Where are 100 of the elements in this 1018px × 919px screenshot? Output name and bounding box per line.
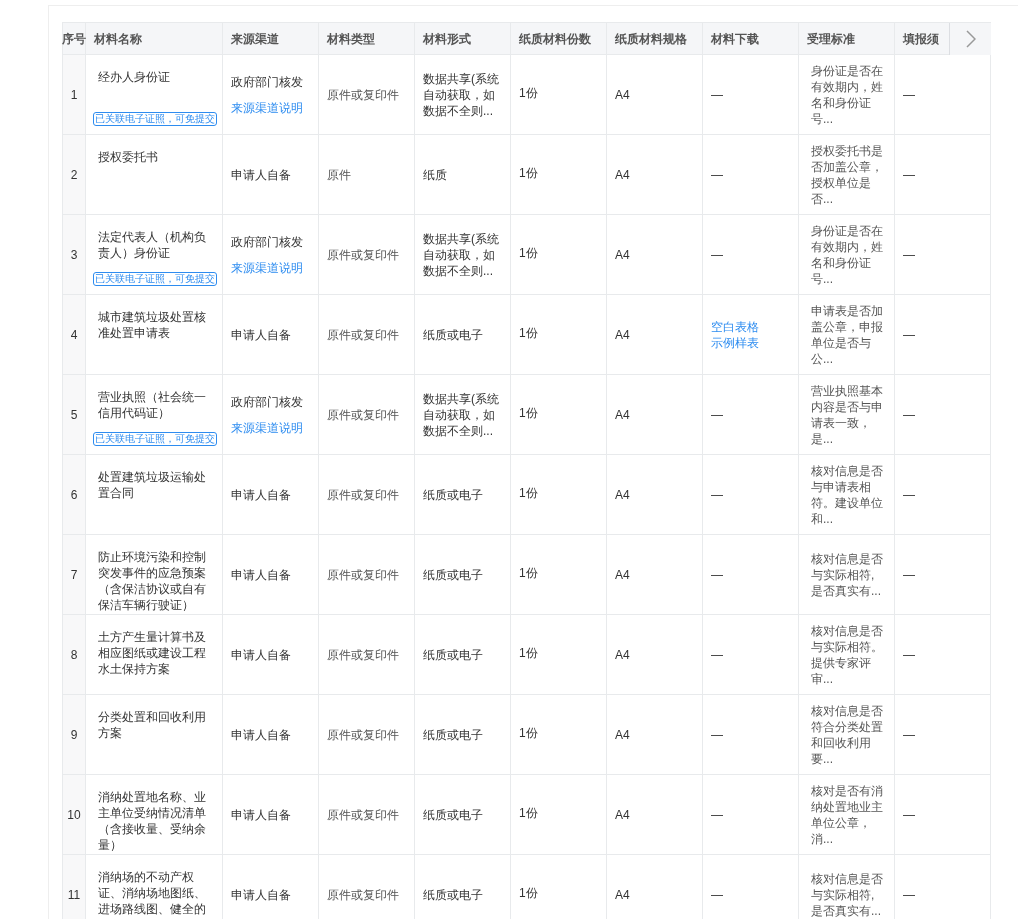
material-name: 经办人身份证	[97, 69, 171, 85]
row-number: 2	[70, 166, 78, 184]
source-channel: 政府部门核发	[231, 233, 303, 251]
material-type: 原件或复印件	[327, 646, 399, 664]
filling-notes: —	[903, 406, 915, 424]
download-none: —	[711, 406, 723, 424]
column-header: 材料名称	[94, 30, 142, 48]
column-header: 来源渠道	[231, 30, 279, 48]
column-header: 填报须	[903, 30, 939, 48]
paper-size: A4	[615, 646, 630, 664]
material-type: 原件或复印件	[327, 406, 399, 424]
e-license-badge: 已关联电子证照，可免提交	[93, 272, 217, 286]
download-none: —	[711, 86, 723, 104]
copies-count: 1份	[519, 404, 538, 422]
material-form: 数据共享(系统自动获取，如数据不全则...	[423, 390, 500, 439]
row-number: 9	[70, 726, 78, 744]
material-form: 纸质或电子	[423, 726, 484, 743]
download-none: —	[711, 486, 723, 504]
copies-count: 1份	[519, 164, 538, 182]
source-channel: 申请人自备	[231, 566, 291, 584]
source-info-link[interactable]: 来源渠道说明	[231, 418, 303, 437]
acceptance-standard: 营业执照基本内容是否与申请表一致，是...	[810, 382, 883, 447]
source-channel: 申请人自备	[231, 886, 291, 904]
material-name: 防止环境污染和控制突发事件的应急预案（含保洁协议或自有保洁车辆行驶证）	[97, 549, 207, 613]
download-none: —	[711, 566, 723, 584]
material-form: 纸质或电子	[423, 806, 484, 823]
paper-size: A4	[615, 86, 630, 104]
filling-notes: —	[903, 806, 915, 824]
row-number: 6	[70, 486, 78, 504]
material-name: 授权委托书	[97, 149, 159, 165]
paper-size: A4	[615, 166, 630, 184]
material-name: 法定代表人（机构负责人）身份证	[97, 229, 207, 261]
material-form: 纸质或电子	[423, 886, 484, 903]
row-number: 7	[70, 566, 78, 584]
filling-notes: —	[903, 566, 915, 584]
download-none: —	[711, 886, 723, 904]
material-form: 纸质或电子	[423, 566, 484, 583]
source-channel: 申请人自备	[231, 166, 291, 184]
material-form: 纸质或电子	[423, 486, 484, 503]
material-type: 原件	[327, 166, 351, 184]
material-form: 纸质或电子	[423, 326, 484, 343]
scroll-right-button[interactable]	[949, 23, 991, 55]
filling-notes: —	[903, 166, 915, 184]
copies-count: 1份	[519, 724, 538, 742]
material-name: 分类处置和回收利用方案	[97, 709, 207, 741]
row-number: 8	[70, 646, 78, 664]
download-link[interactable]: 示例样表	[711, 334, 759, 351]
acceptance-standard: 身份证是否在有效期内，姓名和身份证号...	[810, 222, 883, 287]
copies-count: 1份	[519, 804, 538, 822]
material-type: 原件或复印件	[327, 326, 399, 344]
copies-count: 1份	[519, 244, 538, 262]
source-info-link[interactable]: 来源渠道说明	[231, 98, 303, 117]
acceptance-standard: 核对信息是否与实际相符, 是否真实有...	[810, 550, 883, 599]
material-type: 原件或复印件	[327, 246, 399, 264]
download-none: —	[711, 166, 723, 184]
paper-size: A4	[615, 566, 630, 584]
column-header: 纸质材料规格	[615, 30, 687, 48]
copies-count: 1份	[519, 564, 538, 582]
material-name: 处置建筑垃圾运输处置合同	[97, 469, 207, 501]
download-none: —	[711, 246, 723, 264]
acceptance-standard: 授权委托书是否加盖公章，授权单位是否...	[810, 142, 883, 207]
source-channel: 申请人自备	[231, 646, 291, 664]
source-channel: 申请人自备	[231, 486, 291, 504]
e-license-badge: 已关联电子证照，可免提交	[93, 432, 217, 446]
chevron-right-icon	[965, 30, 976, 48]
paper-size: A4	[615, 326, 630, 344]
copies-count: 1份	[519, 84, 538, 102]
acceptance-standard: 核对信息是否与申请表相符。建设单位和...	[810, 462, 883, 527]
column-header: 材料形式	[423, 30, 471, 48]
source-channel: 政府部门核发	[231, 393, 303, 411]
material-type: 原件或复印件	[327, 806, 399, 824]
row-number: 4	[70, 326, 78, 344]
source-channel: 申请人自备	[231, 806, 291, 824]
material-name: 消纳场的不动产权证、消纳场地图纸、进场路线图、健全的	[97, 869, 207, 917]
filling-notes: —	[903, 726, 915, 744]
material-name: 城市建筑垃圾处置核准处置申请表	[97, 309, 207, 341]
download-link[interactable]: 空白表格	[711, 318, 759, 335]
material-type: 原件或复印件	[327, 566, 399, 584]
source-info-link[interactable]: 来源渠道说明	[231, 258, 303, 277]
material-form: 纸质	[423, 166, 448, 183]
material-type: 原件或复印件	[327, 486, 399, 504]
material-form: 数据共享(系统自动获取，如数据不全则...	[423, 70, 500, 119]
material-form: 数据共享(系统自动获取，如数据不全则...	[423, 230, 500, 279]
column-header: 材料下载	[711, 30, 759, 48]
copies-count: 1份	[519, 644, 538, 662]
copies-count: 1份	[519, 484, 538, 502]
filling-notes: —	[903, 886, 915, 904]
source-channel: 申请人自备	[231, 326, 291, 344]
acceptance-standard: 核对信息是否符合分类处置和回收利用要...	[810, 702, 883, 767]
row-number: 1	[70, 86, 78, 104]
acceptance-standard: 申请表是否加盖公章，申报单位是否与公...	[810, 302, 883, 367]
material-name: 营业执照（社会统一信用代码证）	[97, 389, 207, 421]
paper-size: A4	[615, 806, 630, 824]
source-channel: 政府部门核发	[231, 73, 303, 91]
acceptance-standard: 核对信息是否与实际相符, 是否真实有...	[810, 870, 883, 919]
copies-count: 1份	[519, 884, 538, 902]
row-number: 10	[67, 806, 81, 824]
row-number: 11	[67, 886, 81, 904]
column-header: 纸质材料份数	[519, 30, 591, 48]
material-form: 纸质或电子	[423, 646, 484, 663]
